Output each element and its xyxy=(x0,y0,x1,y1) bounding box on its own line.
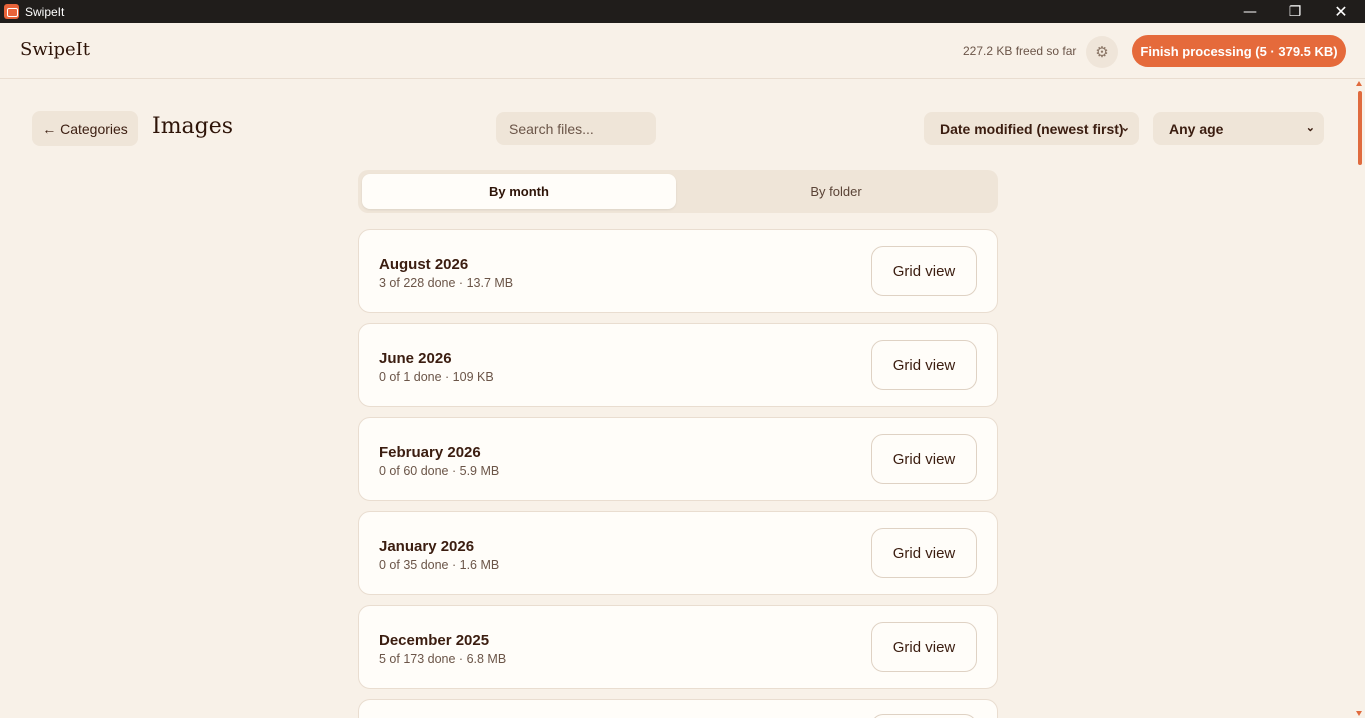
search-input[interactable] xyxy=(496,112,656,145)
window-title: SwipeIt xyxy=(25,4,65,19)
month-title: December 2025 xyxy=(379,632,490,649)
page-title: Images xyxy=(152,114,234,139)
sort-select-value: Date modified (newest first) xyxy=(940,120,1124,137)
tab-by-month[interactable]: By month xyxy=(362,174,676,209)
maximize-icon[interactable]: ❐ xyxy=(1272,0,1318,23)
grid-view-button[interactable]: Grid view xyxy=(871,434,977,484)
gear-icon: ⚙ xyxy=(1095,43,1109,61)
month-progress: 3 of 228 done · 13.7 MB xyxy=(379,276,514,290)
month-title: June 2026 xyxy=(379,350,452,367)
month-progress: 0 of 1 done · 109 KB xyxy=(379,370,494,384)
finish-processing-button[interactable]: Finish processing (5 · 379.5 KB) xyxy=(1132,35,1346,67)
window-titlebar: SwipeIt — ❐ ✕ xyxy=(0,0,1365,23)
minimize-icon[interactable]: — xyxy=(1227,0,1273,23)
grid-view-button[interactable]: Grid view xyxy=(871,340,977,390)
month-card: January 2026 0 of 35 done · 1.6 MB Grid … xyxy=(358,511,998,595)
app-header: SwipeIt 227.2 KB freed so far ⚙ Finish p… xyxy=(0,23,1365,79)
back-to-categories-button[interactable]: ← Categories xyxy=(32,111,138,146)
freed-space-text: 227.2 KB freed so far xyxy=(963,44,1077,58)
close-icon[interactable]: ✕ xyxy=(1318,0,1364,23)
page-scrollbar[interactable] xyxy=(1355,79,1365,718)
tab-by-folder[interactable]: By folder xyxy=(678,174,994,209)
grid-view-button[interactable]: Grid view xyxy=(871,246,977,296)
age-filter-select[interactable]: Any age ⌄ xyxy=(1153,112,1324,145)
sort-select[interactable]: Date modified (newest first) ⌄ xyxy=(924,112,1139,145)
month-card: December 2025 5 of 173 done · 6.8 MB Gri… xyxy=(358,605,998,689)
month-title: January 2026 xyxy=(379,538,475,555)
scrollbar-thumb[interactable] xyxy=(1358,91,1362,165)
month-title: February 2026 xyxy=(379,444,481,461)
grid-view-button[interactable]: Grid view xyxy=(871,622,977,672)
month-progress: 5 of 173 done · 6.8 MB xyxy=(379,652,507,666)
scroll-down-arrow-icon[interactable] xyxy=(1356,711,1362,716)
month-card: June 2026 0 of 1 done · 109 KB Grid view xyxy=(358,323,998,407)
month-progress: 0 of 35 done · 1.6 MB xyxy=(379,558,500,572)
grid-view-button-partial[interactable] xyxy=(871,714,977,718)
month-list: August 2026 3 of 228 done · 13.7 MB Grid… xyxy=(358,229,998,718)
month-progress: 0 of 60 done · 5.9 MB xyxy=(379,464,500,478)
view-toggle: By month By folder xyxy=(358,170,998,213)
app-icon xyxy=(4,4,19,19)
chevron-down-icon: ⌄ xyxy=(1120,122,1130,134)
settings-button[interactable]: ⚙ xyxy=(1086,36,1118,68)
brand-logo: SwipeIt xyxy=(20,39,91,60)
month-card: February 2026 0 of 60 done · 5.9 MB Grid… xyxy=(358,417,998,501)
chevron-down-icon: ⌄ xyxy=(1305,122,1315,134)
grid-view-button[interactable]: Grid view xyxy=(871,528,977,578)
scroll-up-arrow-icon[interactable] xyxy=(1356,81,1362,86)
month-title: August 2026 xyxy=(379,256,469,273)
month-card-partial xyxy=(358,699,998,718)
age-select-value: Any age xyxy=(1169,120,1224,137)
month-card: August 2026 3 of 228 done · 13.7 MB Grid… xyxy=(358,229,998,313)
